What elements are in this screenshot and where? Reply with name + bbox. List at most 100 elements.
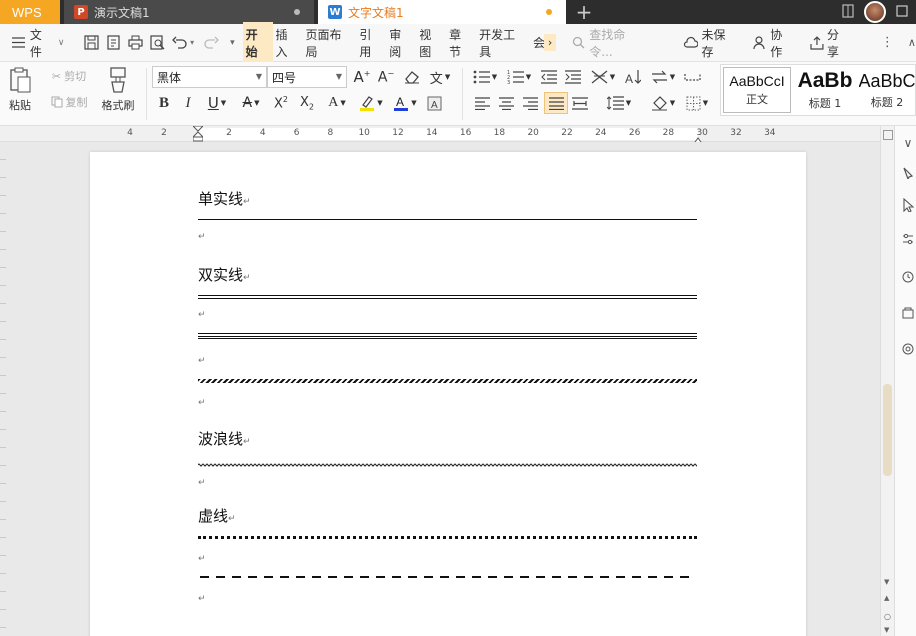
tab-chapter[interactable]: 章节 bbox=[446, 22, 476, 64]
collapse-ribbon-icon[interactable]: ∧ bbox=[908, 36, 916, 49]
numbered-list-button[interactable]: 123 ▼ bbox=[504, 66, 534, 88]
wps-home-button[interactable]: WPS bbox=[0, 0, 60, 24]
backup-icon[interactable] bbox=[899, 304, 916, 322]
cloud-save-button[interactable]: 未保存 bbox=[679, 26, 742, 60]
italic-button[interactable]: I bbox=[178, 92, 198, 114]
indent-marker-icon[interactable] bbox=[191, 125, 205, 142]
heading-double-line[interactable]: 双实线↵ bbox=[198, 264, 251, 285]
tab-insert[interactable]: 插入 bbox=[273, 22, 303, 64]
scrollbar-thumb[interactable] bbox=[883, 384, 892, 476]
cut-button[interactable]: ✂ 剪切 bbox=[44, 67, 94, 85]
hamburger-icon bbox=[10, 34, 28, 52]
quick-access-more-icon[interactable]: ▾ bbox=[230, 38, 235, 48]
strikethrough-button[interactable]: A ▼ bbox=[236, 92, 266, 114]
line-spacing-button[interactable]: ▼ bbox=[604, 92, 634, 114]
paste-button[interactable]: 粘贴 bbox=[2, 64, 38, 116]
decrease-indent-button[interactable] bbox=[538, 66, 560, 88]
tab-references[interactable]: 引用 bbox=[356, 22, 386, 64]
underline-button[interactable]: U ▼ bbox=[202, 92, 232, 114]
chinese-layout-button[interactable]: ▼ bbox=[588, 66, 618, 88]
character-border-button[interactable]: A bbox=[424, 92, 444, 114]
tab-member[interactable]: 会 bbox=[530, 30, 544, 55]
tab-developer[interactable]: 开发工具 bbox=[476, 22, 530, 64]
style-normal[interactable]: AaBbCcI 正文 bbox=[723, 67, 791, 113]
copy-button[interactable]: 复制 bbox=[44, 93, 94, 111]
highlight-button[interactable]: ▼ bbox=[356, 92, 386, 114]
subscript-icon: X2 bbox=[300, 94, 314, 112]
new-tab-button[interactable]: + bbox=[566, 0, 602, 24]
help-icon[interactable] bbox=[899, 340, 916, 358]
increase-indent-button[interactable] bbox=[562, 66, 584, 88]
tabs-scroll-right-icon[interactable]: › bbox=[543, 34, 557, 51]
scroll-down-icon[interactable]: ▼ bbox=[884, 578, 889, 586]
history-icon[interactable] bbox=[899, 268, 916, 286]
increase-font-size-button[interactable]: A+ bbox=[352, 66, 372, 88]
command-search[interactable]: 查找命令... bbox=[572, 26, 648, 60]
heading-single-line[interactable]: 单实线↵ bbox=[198, 188, 251, 209]
right-indent-marker-icon[interactable] bbox=[692, 134, 704, 146]
file-menu[interactable]: 文件 ∨ bbox=[4, 26, 68, 60]
document-canvas[interactable]: 单实线↵ ↵ 双实线↵ ↵ ↵ ↵ 波浪线↵ ↵ 虚线↵ ↵ ↵ bbox=[0, 142, 880, 636]
heading-wavy-line[interactable]: 波浪线↵ bbox=[198, 428, 251, 449]
print-icon[interactable] bbox=[126, 34, 144, 52]
horizontal-ruler[interactable]: 4 2 2 4 6 8 10 12 14 16 18 20 22 24 26 28 30 32 34 bbox=[0, 125, 880, 146]
tab-presentation[interactable]: P 演示文稿1 bbox=[64, 0, 314, 24]
pinyin-guide-button[interactable]: 文 ▼ bbox=[426, 66, 454, 88]
shading-button[interactable]: ▼ bbox=[648, 92, 678, 114]
settings-sliders-icon[interactable] bbox=[899, 230, 916, 248]
align-center-icon bbox=[498, 96, 514, 110]
print-preview-icon[interactable] bbox=[148, 34, 166, 52]
decrease-font-size-button[interactable]: A− bbox=[376, 66, 396, 88]
redo-icon[interactable] bbox=[202, 34, 220, 52]
heading-dotted-line[interactable]: 虚线↵ bbox=[198, 505, 236, 526]
tab-document[interactable]: W 文字文稿1 bbox=[318, 0, 566, 24]
text-effect-button[interactable]: A ▼ bbox=[322, 92, 352, 114]
select-cursor-icon[interactable] bbox=[899, 196, 916, 214]
collaborate-button[interactable]: 协作 bbox=[749, 26, 798, 60]
tab-review[interactable]: 审阅 bbox=[386, 22, 416, 64]
save-icon[interactable] bbox=[82, 34, 100, 52]
show-hide-marks-button[interactable]: ▼ bbox=[648, 66, 678, 88]
style-heading-1[interactable]: AaBb 标题 1 bbox=[793, 67, 857, 113]
distributed-button[interactable] bbox=[570, 92, 590, 114]
paragraph-mark: ↵ bbox=[243, 437, 251, 447]
align-right-button[interactable] bbox=[520, 92, 540, 114]
window-layout-icon[interactable] bbox=[842, 3, 854, 21]
browse-object-icon[interactable]: ○ bbox=[884, 612, 891, 621]
expand-panel-icon[interactable]: ∨ bbox=[899, 134, 916, 152]
share-button[interactable]: 分享 bbox=[806, 26, 855, 60]
bold-button[interactable]: B bbox=[154, 92, 174, 114]
more-options-icon[interactable]: ⋮ bbox=[881, 35, 894, 50]
chevron-down-icon: ▼ bbox=[220, 99, 227, 107]
prev-page-icon[interactable]: ▲ bbox=[884, 594, 889, 602]
format-painter-button[interactable]: 格式刷 bbox=[98, 64, 138, 116]
clear-format-button[interactable] bbox=[402, 66, 422, 88]
tab-status-dot[interactable] bbox=[294, 9, 300, 15]
style-heading-2[interactable]: AaBbC 标题 2 bbox=[859, 67, 915, 113]
justify-button[interactable] bbox=[544, 92, 568, 114]
minimize-icon[interactable] bbox=[896, 4, 908, 20]
tab-home[interactable]: 开始 bbox=[242, 21, 273, 64]
tab-view[interactable]: 视图 bbox=[416, 22, 446, 64]
sort-button[interactable]: A bbox=[622, 66, 644, 88]
undo-icon[interactable] bbox=[170, 34, 188, 52]
borders-button[interactable]: ▼ bbox=[682, 92, 712, 114]
tab-page-layout[interactable]: 页面布局 bbox=[302, 22, 356, 64]
subscript-button[interactable]: X2 bbox=[296, 92, 318, 114]
style-panel-icon[interactable] bbox=[899, 164, 916, 182]
export-pdf-icon[interactable] bbox=[104, 34, 122, 52]
vertical-scrollbar[interactable]: ▼ ▲ ○ ▼ bbox=[880, 126, 894, 636]
font-name-select[interactable]: 黑体 ▼ bbox=[152, 66, 267, 88]
next-page-icon[interactable]: ▼ bbox=[884, 626, 889, 634]
user-avatar[interactable] bbox=[864, 1, 886, 23]
align-center-button[interactable] bbox=[496, 92, 516, 114]
ruler-toggle-icon[interactable] bbox=[883, 130, 893, 140]
font-size-select[interactable]: 四号 ▼ bbox=[267, 66, 347, 88]
bullet-list-button[interactable]: ▼ bbox=[470, 66, 500, 88]
font-color-button[interactable]: A ▼ bbox=[390, 92, 420, 114]
superscript-button[interactable]: X2 bbox=[270, 92, 292, 114]
align-left-button[interactable] bbox=[472, 92, 492, 114]
tab-stop-button[interactable] bbox=[682, 66, 702, 88]
undo-dropdown-icon[interactable]: ▾ bbox=[190, 38, 194, 47]
document-page[interactable]: 单实线↵ ↵ 双实线↵ ↵ ↵ ↵ 波浪线↵ ↵ 虚线↵ ↵ ↵ bbox=[90, 152, 806, 636]
